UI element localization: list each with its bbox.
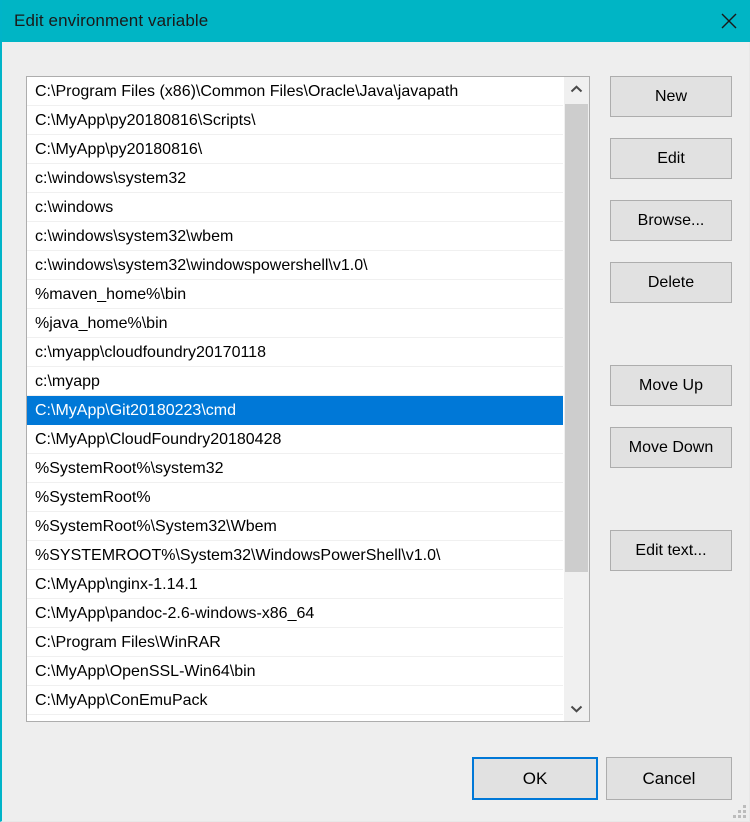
list-item[interactable]: C:\MyApp\py20180816\Scripts\ [27, 106, 563, 135]
dialog-action-buttons: OK Cancel [472, 757, 732, 800]
scrollbar-thumb[interactable] [565, 104, 588, 572]
close-button[interactable] [706, 0, 750, 42]
move-down-button[interactable]: Move Down [610, 427, 732, 468]
list-item[interactable]: c:\windows\system32\wbem [27, 222, 563, 251]
resize-grip[interactable] [733, 805, 746, 818]
chevron-up-icon [570, 85, 583, 94]
list-item[interactable]: c:\windows\system32\windowspowershell\v1… [27, 251, 563, 280]
list-item[interactable]: C:\MyApp\nginx-1.14.1 [27, 570, 563, 599]
button-spacer [610, 117, 732, 138]
list-item[interactable]: c:\myapp [27, 367, 563, 396]
grip-dot [738, 815, 741, 818]
new-button[interactable]: New [610, 76, 732, 117]
list-item[interactable]: %SystemRoot%\System32\Wbem [27, 512, 563, 541]
scroll-down-button[interactable] [564, 696, 589, 721]
edit-environment-variable-dialog: Edit environment variable C:\Program Fil… [0, 0, 750, 822]
vertical-scrollbar[interactable] [563, 77, 589, 721]
list-item[interactable]: %SystemRoot% [27, 483, 563, 512]
list-item[interactable]: %maven_home%\bin [27, 280, 563, 309]
list-item[interactable]: C:\Program Files\WinRAR [27, 628, 563, 657]
grip-dot [743, 815, 746, 818]
button-spacer [610, 334, 732, 365]
scroll-up-button[interactable] [564, 77, 589, 102]
grip-dot [738, 810, 741, 813]
button-spacer [610, 241, 732, 262]
grip-dot [743, 805, 746, 808]
close-icon [718, 10, 740, 32]
list-item[interactable]: C:\MyApp\py20180816\ [27, 135, 563, 164]
list-item[interactable]: C:\MyApp\CloudFoundry20180428 [27, 425, 563, 454]
window-title: Edit environment variable [14, 11, 209, 30]
list-item[interactable]: C:\MyApp\pandoc-2.6-windows-x86_64 [27, 599, 563, 628]
cancel-button[interactable]: Cancel [606, 757, 732, 800]
path-listbox[interactable]: C:\Program Files (x86)\Common Files\Orac… [26, 76, 590, 722]
browse-button[interactable]: Browse... [610, 200, 732, 241]
delete-button[interactable]: Delete [610, 262, 732, 303]
button-spacer [610, 406, 732, 427]
list-item[interactable]: C:\MyApp\OpenSSL-Win64\bin [27, 657, 563, 686]
path-list-area[interactable]: C:\Program Files (x86)\Common Files\Orac… [27, 77, 563, 721]
list-item[interactable]: c:\myapp\cloudfoundry20170118 [27, 338, 563, 367]
list-item[interactable]: C:\MyApp\ConEmuPack [27, 686, 563, 715]
list-item[interactable]: c:\windows [27, 193, 563, 222]
button-spacer [610, 179, 732, 200]
chevron-down-icon [570, 704, 583, 713]
button-spacer [610, 303, 732, 334]
title-bar: Edit environment variable [2, 0, 750, 42]
button-spacer [610, 468, 732, 499]
move-up-button[interactable]: Move Up [610, 365, 732, 406]
button-spacer [610, 499, 732, 530]
list-item[interactable]: C:\MyApp\Git20180223\cmd [27, 396, 563, 425]
list-item[interactable]: c:\windows\system32 [27, 164, 563, 193]
grip-dot [733, 815, 736, 818]
edit-text-button[interactable]: Edit text... [610, 530, 732, 571]
ok-button[interactable]: OK [472, 757, 598, 800]
list-item[interactable]: %java_home%\bin [27, 309, 563, 338]
list-item[interactable]: %SYSTEMROOT%\System32\WindowsPowerShell\… [27, 541, 563, 570]
list-item[interactable]: %SystemRoot%\system32 [27, 454, 563, 483]
grip-dot [743, 810, 746, 813]
edit-button[interactable]: Edit [610, 138, 732, 179]
side-button-column: New Edit Browse... Delete Move Up Move D… [610, 76, 732, 571]
list-item[interactable]: C:\Program Files (x86)\Common Files\Orac… [27, 77, 563, 106]
